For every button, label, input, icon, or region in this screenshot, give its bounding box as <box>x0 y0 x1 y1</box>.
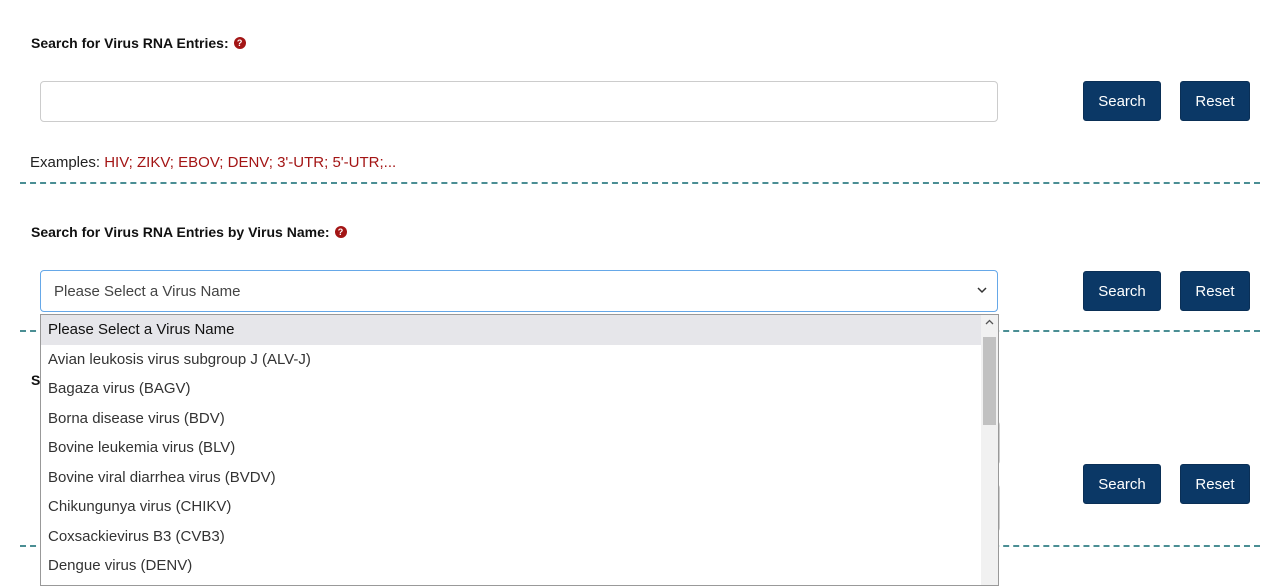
example-link[interactable]: ZIKV <box>137 154 170 171</box>
dropdown-option[interactable]: Bovine viral diarrhea virus (BVDV) <box>41 463 982 493</box>
dropdown-scrollbar[interactable] <box>981 315 998 585</box>
section-1-title: Search for Virus RNA Entries: <box>31 35 229 51</box>
section-2-heading: Search for Virus RNA Entries by Virus Na… <box>31 224 347 240</box>
example-link[interactable]: 3'-UTR <box>277 154 324 171</box>
help-icon[interactable]: ? <box>334 226 347 238</box>
reset-button[interactable]: Reset <box>1180 271 1250 311</box>
dropdown-option[interactable]: Please Select a Virus Name <box>41 315 982 345</box>
examples-label: Examples: <box>30 154 101 171</box>
dropdown-option[interactable]: Borna disease virus (BDV) <box>41 404 982 434</box>
dropdown-option[interactable]: Bovine leukemia virus (BLV) <box>41 433 982 463</box>
virus-name-select-value: Please Select a Virus Name <box>54 282 241 300</box>
section-2-title: Search for Virus RNA Entries by Virus Na… <box>31 224 330 240</box>
chevron-down-icon <box>977 287 987 294</box>
example-link[interactable]: 5'-UTR <box>332 154 379 171</box>
search-button[interactable]: Search <box>1083 464 1161 504</box>
dropdown-option[interactable]: Coxsackievirus B3 (CVB3) <box>41 522 982 552</box>
search-button[interactable]: Search <box>1083 271 1161 311</box>
example-link[interactable]: EBOV <box>178 154 219 171</box>
section-3-title: S <box>31 372 41 388</box>
examples-line: Examples: HIV; ZIKV; EBOV; DENV; 3'-UTR;… <box>30 154 397 171</box>
section-1-heading: Search for Virus RNA Entries: ? <box>31 35 246 51</box>
dropdown-option[interactable]: Bagaza virus (BAGV) <box>41 374 982 404</box>
help-icon[interactable]: ? <box>233 37 246 49</box>
section-divider <box>20 182 1260 184</box>
example-link[interactable]: ... <box>384 154 397 171</box>
dropdown-option[interactable]: Avian leukosis virus subgroup J (ALV-J) <box>41 345 982 375</box>
example-link[interactable]: DENV <box>228 154 269 171</box>
dropdown-option[interactable]: Dengue virus (DENV) <box>41 551 982 581</box>
dropdown-option[interactable]: Chikungunya virus (CHIKV) <box>41 492 982 522</box>
virus-name-select[interactable]: Please Select a Virus Name <box>40 270 998 312</box>
search-button[interactable]: Search <box>1083 81 1161 121</box>
reset-button[interactable]: Reset <box>1180 81 1250 121</box>
virus-name-dropdown-list[interactable]: Please Select a Virus Name Avian leukosi… <box>40 314 999 586</box>
scrollbar-thumb[interactable] <box>983 337 996 425</box>
search-input[interactable] <box>40 81 998 122</box>
reset-button[interactable]: Reset <box>1180 464 1250 504</box>
example-link[interactable]: HIV <box>104 154 128 171</box>
chevron-up-icon[interactable] <box>985 318 994 327</box>
